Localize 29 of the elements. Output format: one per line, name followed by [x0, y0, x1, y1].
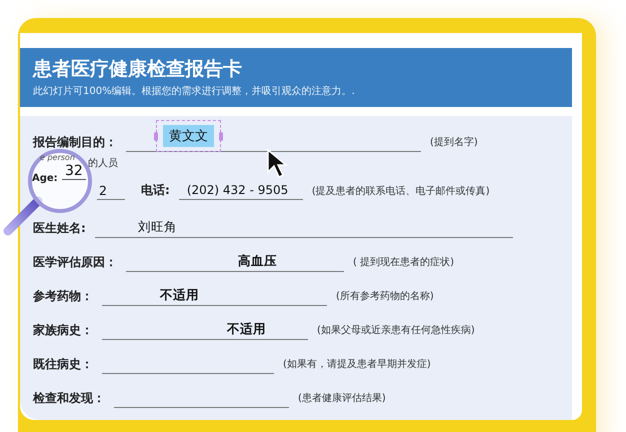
hint-text: (所有参考药物的名称) [336, 290, 434, 303]
hint-text: (提及患者的联系电话、电子邮件或传真) [312, 184, 490, 198]
fill-in-line: 不适用 [102, 320, 308, 340]
form-label: 电话: [141, 182, 170, 199]
form-label: 参考药物： [33, 288, 93, 304]
fill-in-line: 不适用 [102, 286, 327, 306]
form-label: 既往病史： [33, 356, 93, 372]
fill-in-line: 2 [97, 181, 125, 200]
cursor-icon [266, 148, 290, 180]
form-label: 家族病史： [33, 322, 93, 338]
magnified-text: e person [40, 153, 75, 162]
hint-text: (如果有，请提及患者早期并发症) [283, 358, 431, 371]
hint-text: (提到名字) [430, 136, 478, 149]
selected-text: 黄文文 [156, 120, 221, 152]
form-label: 报告编制目的： [33, 134, 117, 150]
fill-in-line: (202) 432 - 9505 [178, 181, 303, 200]
form-text: 的人员 [88, 157, 118, 170]
magnified-value: 32 [62, 163, 86, 180]
hint-text: (如果父母或近亲患有任何急性疾病) [317, 324, 475, 337]
magnified-label: Age: [32, 173, 58, 184]
fill-in-line: 高血压 [126, 252, 344, 272]
form-label: 医学评估原因： [33, 254, 117, 270]
hint-text: (患者健康评估结果) [298, 392, 386, 405]
form-label: 医生姓名: [33, 220, 86, 236]
slide-title: 患者医疗健康检查报告卡 [33, 57, 243, 82]
hint-text: ( 提到现在患者的症状) [353, 256, 454, 269]
slide-subtitle: 此幻灯片可100%编辑。根据您的需求进行调整，并吸引观众的注意力。. [33, 85, 356, 98]
form-label: 检查和发现： [33, 390, 105, 406]
fill-in-line: 刘旺角 [94, 218, 513, 238]
